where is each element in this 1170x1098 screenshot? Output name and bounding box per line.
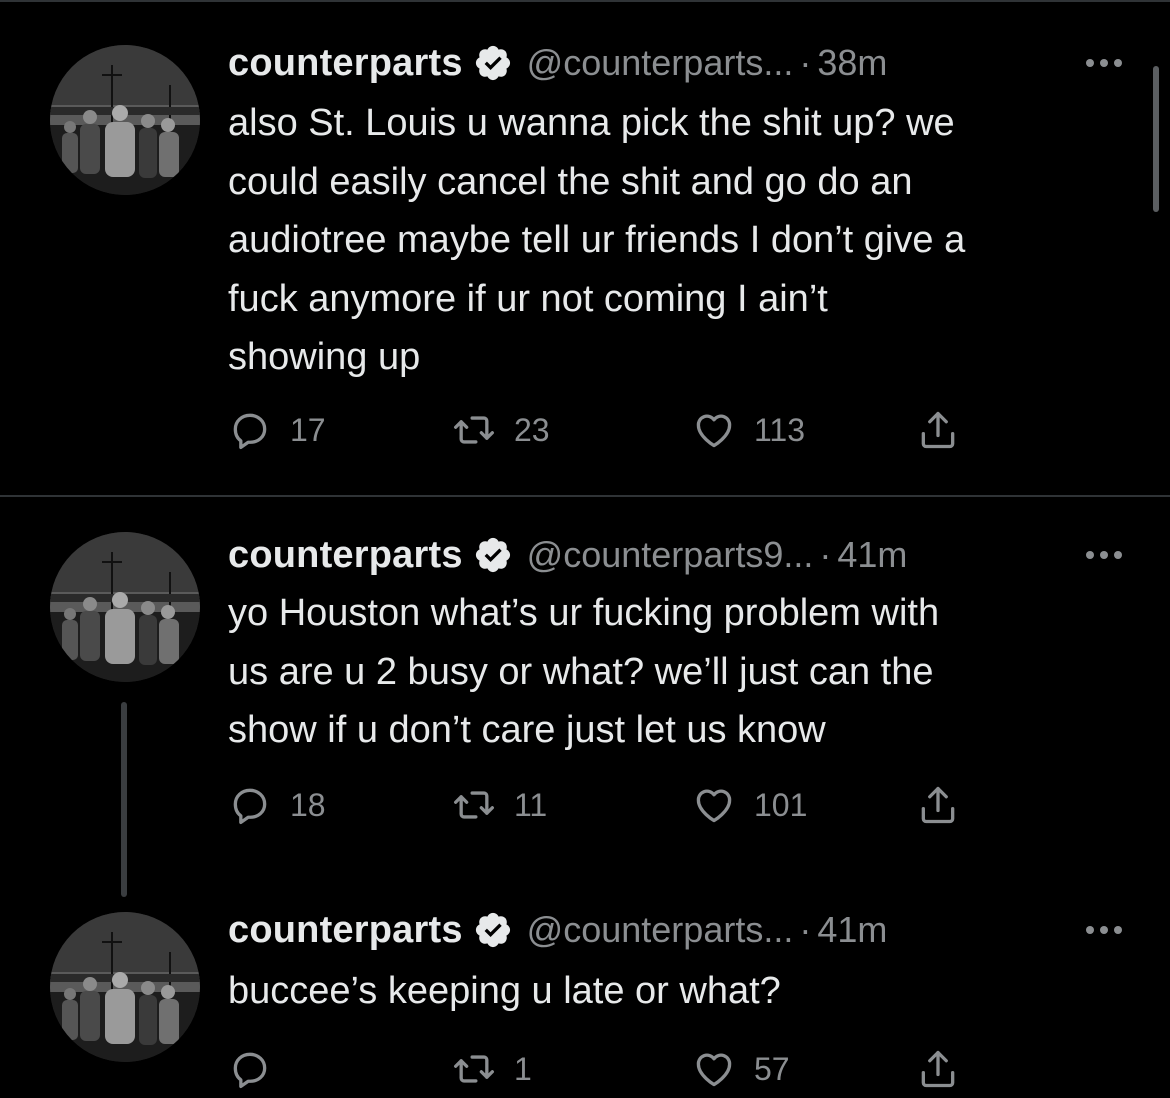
avatar[interactable] bbox=[50, 532, 200, 682]
reply-button[interactable] bbox=[228, 1044, 290, 1094]
share-icon bbox=[916, 1047, 960, 1091]
reply-button[interactable]: 17 bbox=[228, 405, 326, 455]
retweet-count: 23 bbox=[514, 411, 550, 448]
like-count: 113 bbox=[754, 411, 806, 448]
reply-icon bbox=[228, 1047, 272, 1091]
reply-count: 18 bbox=[290, 786, 326, 823]
avatar[interactable] bbox=[50, 912, 200, 1062]
reply-icon bbox=[228, 408, 272, 452]
share-button[interactable] bbox=[916, 1044, 960, 1094]
retweet-icon bbox=[452, 783, 496, 827]
handle[interactable]: @counterparts9... bbox=[527, 534, 814, 576]
tweet-header: counterparts @counterparts... · 38m bbox=[228, 38, 887, 88]
share-icon bbox=[916, 783, 960, 827]
avatar-image bbox=[50, 912, 200, 1062]
avatar[interactable] bbox=[50, 45, 200, 195]
scrollbar[interactable] bbox=[1153, 66, 1159, 212]
retweet-button[interactable]: 23 bbox=[452, 405, 550, 455]
like-button[interactable]: 113 bbox=[692, 405, 805, 455]
more-icon[interactable] bbox=[1086, 530, 1122, 580]
separator-dot: · bbox=[819, 534, 832, 575]
handle[interactable]: @counterparts... bbox=[527, 42, 794, 84]
tweet-actions: 18 11 101 bbox=[228, 780, 988, 830]
tweet-actions: 17 23 113 bbox=[228, 405, 988, 455]
thread-connector bbox=[121, 702, 127, 897]
share-button[interactable] bbox=[916, 780, 960, 830]
separator-dot: · bbox=[799, 909, 812, 950]
timestamp[interactable]: 38m bbox=[817, 42, 887, 84]
display-name[interactable]: counterparts bbox=[228, 534, 463, 577]
retweet-button[interactable]: 11 bbox=[452, 780, 547, 830]
display-name[interactable]: counterparts bbox=[228, 42, 463, 85]
separator-dot: · bbox=[799, 42, 812, 83]
like-count: 101 bbox=[754, 786, 808, 823]
like-count: 57 bbox=[754, 1050, 790, 1087]
more-icon[interactable] bbox=[1086, 38, 1122, 88]
tweet-text: buccee’s keeping u late or what? bbox=[228, 970, 781, 1012]
retweet-icon bbox=[452, 1047, 496, 1091]
retweet-button[interactable]: 1 bbox=[452, 1044, 532, 1094]
timestamp[interactable]: 41m bbox=[817, 909, 887, 951]
reply-count: 17 bbox=[290, 411, 326, 448]
handle[interactable]: @counterparts... bbox=[527, 909, 794, 951]
avatar-image bbox=[50, 532, 200, 682]
tweet-header: counterparts @counterparts... · 41m bbox=[228, 905, 887, 955]
tweet-header: counterparts @counterparts9... · 41m bbox=[228, 530, 907, 580]
verified-badge-icon bbox=[473, 535, 513, 575]
like-icon bbox=[692, 783, 736, 827]
retweet-count: 1 bbox=[514, 1050, 532, 1087]
share-button[interactable] bbox=[916, 405, 960, 455]
top-divider bbox=[0, 0, 1170, 2]
more-icon[interactable] bbox=[1086, 905, 1122, 955]
tweet-actions: 1 57 bbox=[228, 1044, 988, 1094]
verified-badge-icon bbox=[473, 43, 513, 83]
reply-icon bbox=[228, 783, 272, 827]
like-button[interactable]: 101 bbox=[692, 780, 807, 830]
share-icon bbox=[916, 408, 960, 452]
timestamp[interactable]: 41m bbox=[837, 534, 907, 576]
tweet-text: also St. Louis u wanna pick the shit up?… bbox=[228, 102, 966, 378]
tweet-divider bbox=[0, 495, 1170, 497]
like-button[interactable]: 57 bbox=[692, 1044, 790, 1094]
retweet-count: 11 bbox=[514, 786, 548, 823]
like-icon bbox=[692, 1047, 736, 1091]
retweet-icon bbox=[452, 408, 496, 452]
like-icon bbox=[692, 408, 736, 452]
verified-badge-icon bbox=[473, 910, 513, 950]
tweet-text: yo Houston what’s ur fucking problem wit… bbox=[228, 592, 940, 751]
reply-button[interactable]: 18 bbox=[228, 780, 326, 830]
avatar-image bbox=[50, 45, 200, 195]
display-name[interactable]: counterparts bbox=[228, 909, 463, 952]
